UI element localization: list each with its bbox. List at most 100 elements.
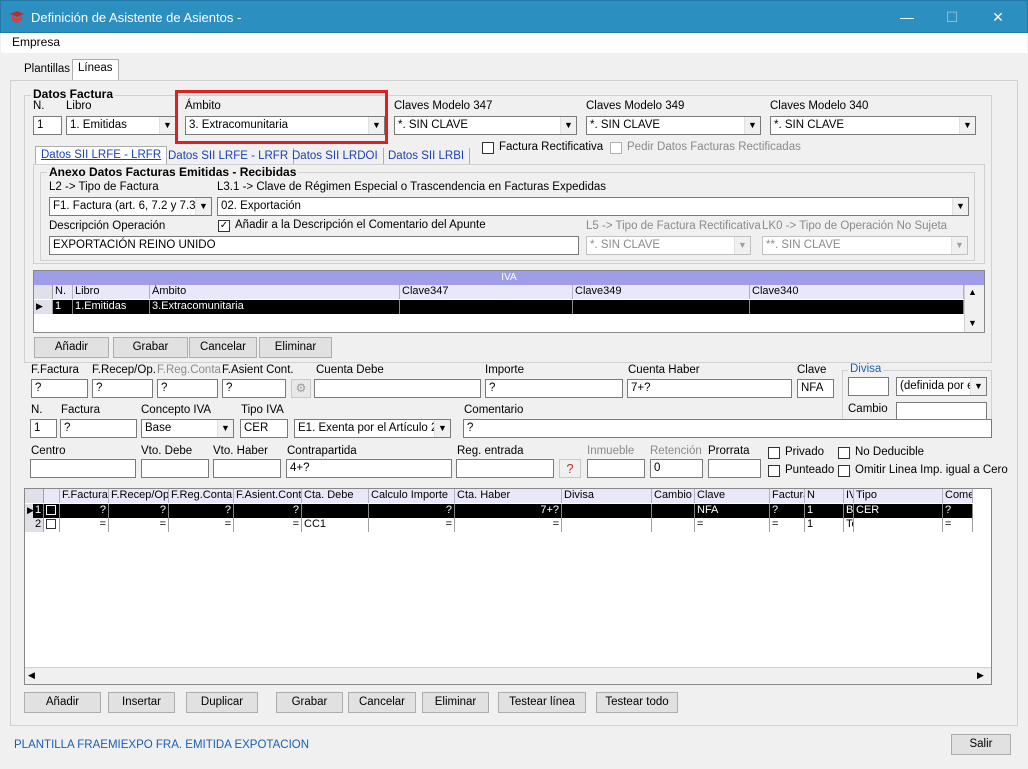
lines-grid[interactable]: F.Factura F.Recep/Op. F.Reg.Conta F.Asient.…: [24, 488, 992, 685]
maximize-button[interactable]: ☐: [930, 1, 974, 33]
row-pointer-icon: ▶: [34, 300, 53, 314]
anadir-desc-checkbox[interactable]: ✓: [218, 220, 230, 232]
vto-haber-input[interactable]: [213, 459, 281, 478]
tipo-iva-select[interactable]: E1. Exenta por el Artículo 20 ▼: [294, 419, 451, 438]
divisa-select[interactable]: (definida por el ▼: [896, 377, 987, 396]
privado-checkbox[interactable]: [768, 447, 780, 459]
iva-grid-title: IVA: [34, 271, 984, 285]
scroll-left-icon[interactable]: ◀: [28, 670, 35, 681]
cuenta-haber-input[interactable]: 7+?: [627, 379, 792, 398]
cuenta-debe-label: Cuenta Debe: [316, 364, 384, 376]
clave-regimen-label: L3.1 -> Clave de Régimen Especial o Tras…: [217, 181, 606, 193]
minimize-button[interactable]: —: [885, 1, 929, 33]
iva-anadir-button[interactable]: Añadir: [34, 337, 109, 358]
l5-select[interactable]: *. SIN CLAVE ▼: [586, 236, 751, 255]
duplicar-button[interactable]: Duplicar: [186, 692, 258, 713]
lines-col-header: Tipo: [854, 489, 943, 503]
clave-input[interactable]: NFA: [797, 379, 834, 398]
testear-linea-button[interactable]: Testear línea: [498, 692, 586, 713]
claves-340-select[interactable]: *. SIN CLAVE ▼: [770, 116, 976, 135]
tab-lineas[interactable]: Líneas: [72, 59, 119, 81]
inmueble-input[interactable]: [587, 459, 645, 478]
iva-cell-clave347: [400, 300, 573, 314]
line-cell: [562, 504, 652, 518]
iva-col-libro: Libro: [73, 285, 150, 299]
grabar-button[interactable]: Grabar: [276, 692, 343, 713]
no-deducible-checkbox[interactable]: [838, 447, 850, 459]
punteado-checkbox[interactable]: [768, 465, 780, 477]
libro-select[interactable]: 1. Emitidas ▼: [66, 116, 176, 135]
cancelar-button[interactable]: Cancelar: [348, 692, 416, 713]
iva-grid[interactable]: IVA N. Libro Ámbito Clave347 Clave349 Cl…: [33, 270, 985, 333]
tipo-iva-input[interactable]: CER: [240, 419, 288, 438]
prorrata-input[interactable]: [708, 459, 761, 478]
contrapartida-input[interactable]: 4+?: [286, 459, 452, 478]
chevron-down-icon: ▼: [195, 198, 211, 215]
reg-entrada-input[interactable]: [456, 459, 554, 478]
n-input[interactable]: 1: [33, 116, 62, 135]
fregconta-input[interactable]: ?: [157, 379, 218, 398]
datos-factura-label: Datos Factura: [31, 87, 116, 101]
lines-header-corner: [25, 489, 44, 503]
lk0-select[interactable]: **. SIN CLAVE ▼: [762, 236, 968, 255]
importe-input[interactable]: ?: [485, 379, 623, 398]
factura-rectificativa-checkbox[interactable]: [482, 142, 494, 154]
concepto-iva-select[interactable]: Base ▼: [141, 419, 234, 438]
prorrata-label: Prorrata: [708, 445, 750, 457]
register-lookup-icon[interactable]: ?: [559, 459, 581, 478]
claves-340-value: *. SIN CLAVE: [774, 119, 845, 131]
eliminar-button[interactable]: Eliminar: [422, 692, 489, 713]
lookup-icon[interactable]: ⚙: [291, 379, 311, 398]
comentario-input[interactable]: ?: [463, 419, 992, 438]
scroll-right-icon[interactable]: ▶: [977, 670, 984, 681]
iva-cell-libro: 1.Emitidas: [73, 300, 150, 314]
vto-debe-input[interactable]: [141, 459, 209, 478]
row-checkbox[interactable]: [44, 504, 60, 518]
tab-sii-lrfe-lrfr-1[interactable]: Datos SII LRFE - LRFR: [35, 146, 168, 166]
close-button[interactable]: ✕: [976, 1, 1020, 33]
n-form-input[interactable]: 1: [30, 419, 57, 438]
omitir-checkbox[interactable]: [838, 465, 850, 477]
fasient-input[interactable]: ?: [222, 379, 286, 398]
anadir-desc-label: Añadir a la Descripción el Comentario de…: [235, 219, 486, 231]
testear-todo-button[interactable]: Testear todo: [596, 692, 678, 713]
punteado-label: Punteado: [785, 464, 835, 476]
iva-grid-row[interactable]: ▶ 1 1.Emitidas 3.Extracomunitaria: [34, 300, 964, 314]
salir-button[interactable]: Salir: [951, 734, 1011, 755]
pedir-datos-checkbox[interactable]: [610, 142, 622, 154]
insertar-button[interactable]: Insertar: [108, 692, 175, 713]
descripcion-input[interactable]: EXPORTACIÓN REINO UNIDO: [49, 236, 579, 255]
factura-input[interactable]: ?: [60, 419, 137, 438]
ambito-select[interactable]: 3. Extracomunitaria ▼: [185, 116, 385, 135]
lines-hscrollbar[interactable]: ◀ ▶: [25, 667, 991, 684]
claves-347-select[interactable]: *. SIN CLAVE ▼: [394, 116, 577, 135]
centro-input[interactable]: [30, 459, 136, 478]
retencion-input[interactable]: 0: [650, 459, 703, 478]
scroll-up-icon[interactable]: ▲: [968, 287, 977, 297]
ffactura-input[interactable]: ?: [31, 379, 88, 398]
line-cell: [302, 504, 369, 518]
clave-regimen-select[interactable]: 02. Exportación ▼: [217, 197, 969, 216]
iva-eliminar-button[interactable]: Eliminar: [259, 337, 332, 358]
iva-cancelar-button[interactable]: Cancelar: [189, 337, 257, 358]
iva-col-clave340: Clave340: [750, 285, 964, 299]
anadir-button[interactable]: Añadir: [24, 692, 101, 713]
iva-grabar-button[interactable]: Grabar: [113, 337, 188, 358]
line-cell: =: [109, 518, 169, 532]
libro-value: 1. Emitidas: [70, 119, 127, 131]
lines-col-header: Factura: [770, 489, 805, 503]
tipo-factura-select[interactable]: F1. Factura (art. 6, 7.2 y 7.3 d ▼: [49, 197, 212, 216]
cuenta-debe-input[interactable]: [314, 379, 481, 398]
n-form-label: N.: [31, 404, 43, 416]
frecep-input[interactable]: ?: [92, 379, 153, 398]
scroll-down-icon[interactable]: ▼: [968, 318, 977, 328]
line-cell: =: [943, 518, 973, 532]
divisa-input[interactable]: [848, 377, 889, 396]
lines-col-header: Cta. Haber: [455, 489, 562, 503]
menu-empresa[interactable]: Empresa: [12, 35, 60, 49]
iva-scrollbar[interactable]: ▲ ▼: [964, 285, 984, 332]
tab-plantillas[interactable]: Plantillas: [19, 61, 75, 81]
claves-347-label: Claves Modelo 347: [394, 100, 493, 112]
row-checkbox[interactable]: [44, 518, 60, 532]
claves-349-select[interactable]: *. SIN CLAVE ▼: [586, 116, 761, 135]
